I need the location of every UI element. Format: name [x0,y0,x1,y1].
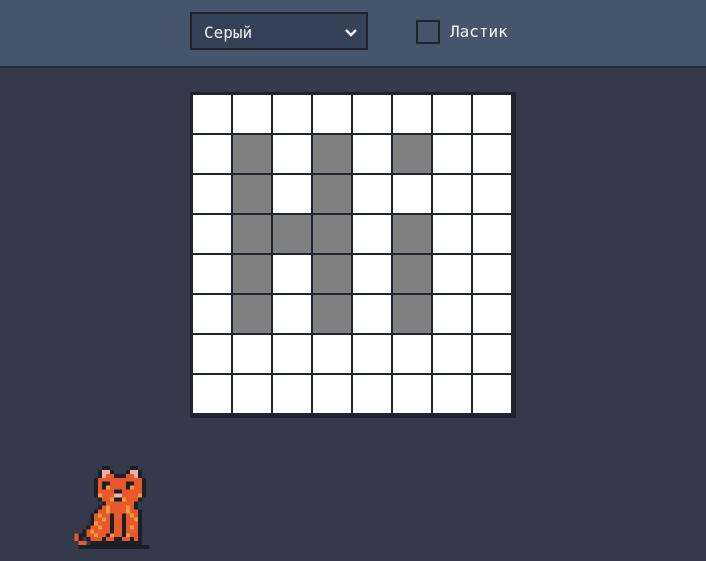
pixel-cell[interactable] [433,215,471,253]
pixel-cell[interactable] [393,295,431,333]
pixel-cell[interactable] [433,175,471,213]
eraser-checkbox[interactable] [416,20,440,44]
pixel-cell[interactable] [313,95,351,133]
pixel-cell[interactable] [193,335,231,373]
pixel-cat-icon [74,465,150,550]
pixel-cell[interactable] [473,375,511,413]
pixel-cell[interactable] [393,95,431,133]
pixel-cell[interactable] [273,135,311,173]
pixel-cell[interactable] [233,175,271,213]
pixel-cell[interactable] [353,95,391,133]
pixel-cell[interactable] [353,135,391,173]
pixel-cell[interactable] [233,335,271,373]
pixel-cell[interactable] [353,375,391,413]
pixel-cell[interactable] [313,335,351,373]
pixel-cell[interactable] [233,95,271,133]
pixel-cell[interactable] [313,175,351,213]
pixel-cell[interactable] [273,335,311,373]
pixel-cell[interactable] [353,335,391,373]
pixel-cell[interactable] [433,255,471,293]
pixel-cell[interactable] [233,215,271,253]
pixel-cell[interactable] [393,135,431,173]
pixel-cell[interactable] [273,375,311,413]
pixel-cell[interactable] [233,295,271,333]
pixel-cell[interactable] [313,255,351,293]
pixel-cell[interactable] [473,335,511,373]
pixel-cell[interactable] [233,375,271,413]
pixel-cell[interactable] [193,95,231,133]
pixel-cell[interactable] [193,175,231,213]
pixel-cell[interactable] [313,295,351,333]
pixel-cell[interactable] [393,175,431,213]
pixel-cell[interactable] [393,215,431,253]
toolbar: Серый Ластик [0,0,706,68]
pixel-cell[interactable] [313,375,351,413]
eraser-label: Ластик [450,22,508,41]
pixel-cell[interactable] [473,255,511,293]
pixel-cell[interactable] [233,135,271,173]
pixel-cell[interactable] [473,95,511,133]
pixel-cell[interactable] [433,295,471,333]
pixel-cell[interactable] [193,375,231,413]
pixel-cell[interactable] [193,295,231,333]
pixel-cell[interactable] [393,335,431,373]
pixel-cell[interactable] [473,295,511,333]
pixel-cell[interactable] [273,295,311,333]
color-select-value: Серый [204,23,253,42]
pixel-cell[interactable] [393,375,431,413]
pixel-cell[interactable] [273,255,311,293]
pixel-cell[interactable] [313,135,351,173]
pixel-cell[interactable] [473,215,511,253]
pixel-cell[interactable] [273,175,311,213]
pixel-canvas[interactable] [190,92,516,418]
pixel-cell[interactable] [433,335,471,373]
pixel-cell[interactable] [433,375,471,413]
pixel-cell[interactable] [353,295,391,333]
pixel-cell[interactable] [393,255,431,293]
pixel-cell[interactable] [273,95,311,133]
pixel-cell[interactable] [473,135,511,173]
color-select[interactable]: Серый [190,12,368,50]
pixel-cell[interactable] [433,95,471,133]
pixel-cell[interactable] [193,135,231,173]
pixel-cell[interactable] [353,215,391,253]
pixel-cell[interactable] [473,175,511,213]
pixel-cell[interactable] [433,135,471,173]
pixel-cell[interactable] [193,255,231,293]
pixel-cell[interactable] [233,255,271,293]
pixel-cell[interactable] [193,215,231,253]
pixel-cell[interactable] [353,175,391,213]
pixel-cell[interactable] [273,215,311,253]
pixel-cell[interactable] [353,255,391,293]
chevron-down-icon [345,29,357,37]
pixel-cell[interactable] [313,215,351,253]
